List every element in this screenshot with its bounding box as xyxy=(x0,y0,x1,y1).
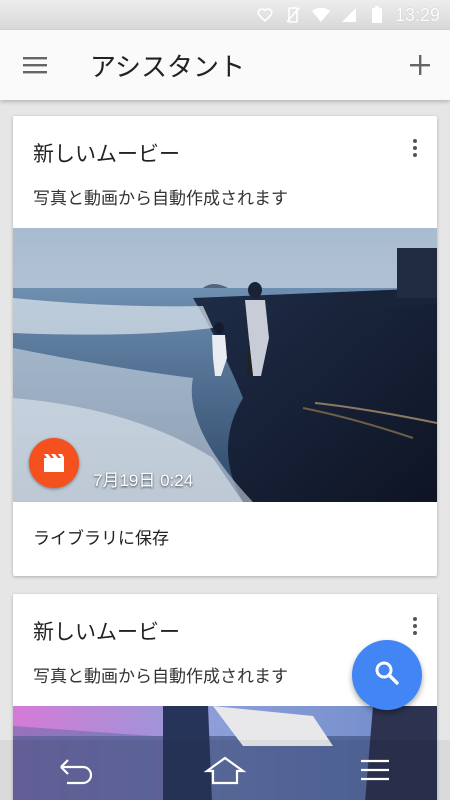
heart-notification-icon xyxy=(255,6,275,24)
vibrate-off-icon xyxy=(283,6,303,24)
save-to-library-button[interactable]: ライブラリに保存 xyxy=(33,524,169,549)
more-options-icon[interactable] xyxy=(403,136,427,160)
more-options-icon[interactable] xyxy=(403,614,427,638)
add-icon[interactable] xyxy=(390,30,450,100)
search-icon xyxy=(374,660,400,690)
signal-icon xyxy=(339,6,359,24)
card-subtitle: 写真と動画から自動作成されます xyxy=(33,667,288,687)
app-bar: アシスタント xyxy=(0,30,450,100)
movie-thumbnail[interactable]: 7月19日 0:24 xyxy=(13,228,437,502)
card-title: 新しいムービー xyxy=(33,142,180,166)
movie-icon xyxy=(29,438,79,488)
recent-apps-icon[interactable] xyxy=(345,745,405,795)
back-icon[interactable] xyxy=(45,745,105,795)
movie-card[interactable]: 新しいムービー 写真と動画から自動作成されます xyxy=(13,116,437,576)
movie-date: 7月19日 0:24 xyxy=(93,471,194,490)
status-bar: 13:29 xyxy=(0,0,450,30)
page-title: アシスタント xyxy=(90,52,245,83)
card-title: 新しいムービー xyxy=(33,620,180,644)
battery-icon xyxy=(367,6,387,24)
card-subtitle: 写真と動画から自動作成されます xyxy=(33,189,288,209)
wifi-icon xyxy=(311,6,331,24)
home-icon[interactable] xyxy=(195,745,255,795)
hamburger-menu-icon[interactable] xyxy=(0,30,70,100)
system-nav-bar xyxy=(0,740,450,800)
search-fab[interactable] xyxy=(352,640,422,710)
status-time: 13:29 xyxy=(394,4,440,25)
